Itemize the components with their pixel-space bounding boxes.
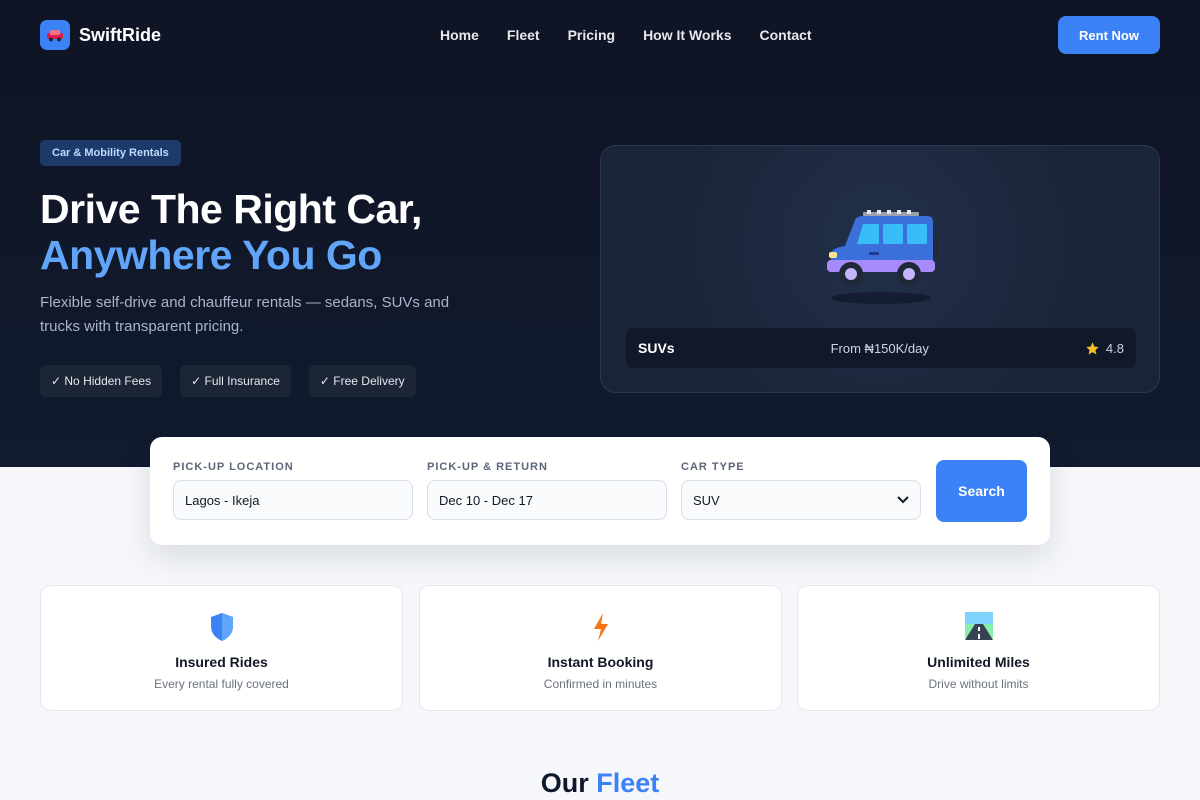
feature-title: Instant Booking <box>547 654 654 670</box>
car-icon <box>40 20 70 50</box>
feature-title: Insured Rides <box>175 654 268 670</box>
pickup-return-input[interactable]: Dec 10 - Dec 17 <box>427 480 667 520</box>
brand[interactable]: SwiftRide <box>40 20 161 50</box>
pickup-location-field: Pick-up Location Lagos - Ikeja <box>173 461 413 520</box>
headline-line2: Anywhere You Go <box>40 232 382 278</box>
chip-full-insurance: ✓ Full Insurance <box>180 365 291 397</box>
feature-desc: Confirmed in minutes <box>543 677 658 691</box>
car-type-value: SUV <box>693 492 720 508</box>
nav-links: Home Fleet Pricing How It Works Contact <box>440 27 812 43</box>
chip-free-delivery: ✓ Free Delivery <box>308 365 416 397</box>
booking-search-panel: Pick-up Location Lagos - Ikeja Pick-up &… <box>150 437 1050 545</box>
fleet-title-part1: Our <box>540 768 589 798</box>
featured-car-info: SUVs From ₦150K/day 4.8 <box>626 328 1136 368</box>
fleet-title-part2: Fleet <box>596 768 660 798</box>
feature-title: Unlimited Miles <box>927 654 1030 670</box>
hero-headline: Drive The Right Car, Anywhere You Go <box>40 186 422 278</box>
hero-chips: ✓ No Hidden Fees ✓ Full Insurance ✓ Free… <box>40 365 416 397</box>
car-type-label: Car Type <box>681 461 745 473</box>
car-type-select[interactable]: SUV <box>681 480 921 520</box>
car-price: From ₦150K/day <box>830 340 929 356</box>
rent-now-button[interactable]: Rent Now <box>1058 16 1160 54</box>
car-type-field: Car Type SUV <box>681 461 921 520</box>
fleet-section-title: Our Fleet <box>0 768 1200 799</box>
chip-no-hidden-fees: ✓ No Hidden Fees <box>40 365 163 397</box>
pickup-return-label: Pick-up & Return <box>427 461 548 473</box>
car-name: SUVs <box>638 340 675 356</box>
feature-card-insured-rides: Insured Rides Every rental fully covered <box>40 585 403 711</box>
car-rating: 4.8 <box>1085 341 1124 356</box>
feature-desc: Every rental fully covered <box>154 677 289 691</box>
featured-car-card[interactable]: SUVs From ₦150K/day 4.8 <box>600 145 1160 393</box>
suv-icon <box>823 208 939 313</box>
hero-subtitle: Flexible self-drive and chauffeur rental… <box>40 294 450 335</box>
pickup-return-field: Pick-up & Return Dec 10 - Dec 17 <box>427 461 667 520</box>
headline-line1: Drive The Right Car, <box>40 186 422 232</box>
hero-section: Car & Mobility Rentals Drive The Right C… <box>0 70 1200 467</box>
brand-name: SwiftRide <box>79 24 162 45</box>
feature-card-instant-booking: Instant Booking Confirmed in minutes <box>419 585 782 711</box>
lightning-icon <box>592 612 610 647</box>
navbar: SwiftRide Home Fleet Pricing How It Work… <box>0 0 1200 70</box>
nav-link-contact[interactable]: Contact <box>759 27 811 43</box>
chevron-down-icon <box>897 496 909 504</box>
shield-icon <box>209 612 235 647</box>
pickup-location-label: Pick-up Location <box>173 461 294 473</box>
pickup-location-input[interactable]: Lagos - Ikeja <box>173 480 413 520</box>
hero-tag: Car & Mobility Rentals <box>40 140 181 166</box>
nav-link-home[interactable]: Home <box>440 27 479 43</box>
star-icon <box>1086 341 1099 354</box>
nav-link-fleet[interactable]: Fleet <box>507 27 540 43</box>
rating-value: 4.8 <box>1105 340 1124 356</box>
nav-link-how-it-works[interactable]: How It Works <box>643 27 731 43</box>
nav-link-pricing[interactable]: Pricing <box>568 27 615 43</box>
feature-card-unlimited-miles: Unlimited Miles Drive without limits <box>797 585 1160 711</box>
search-button[interactable]: Search <box>936 460 1027 522</box>
feature-desc: Drive without limits <box>928 677 1029 691</box>
road-icon <box>964 612 993 645</box>
